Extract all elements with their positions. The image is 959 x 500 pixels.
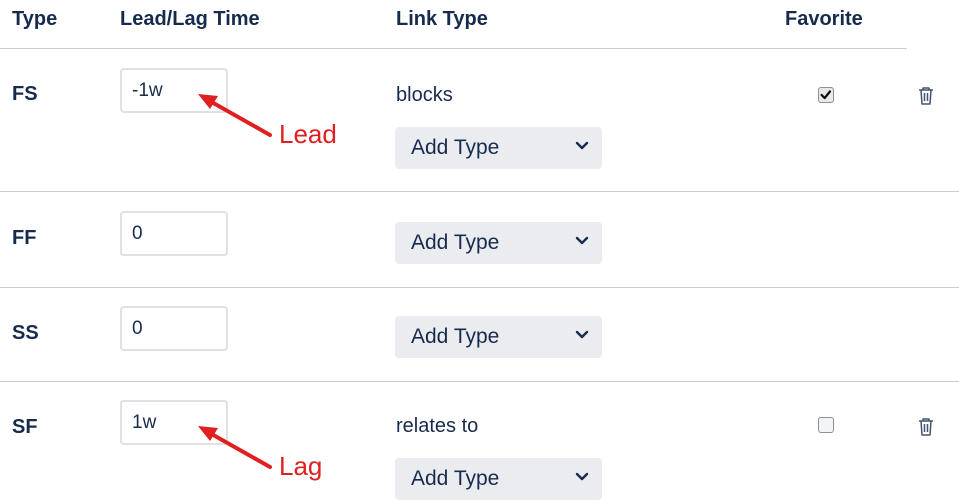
chevron-down-icon (575, 330, 589, 339)
row-divider (0, 287, 959, 288)
row-divider (0, 191, 959, 192)
header-type: Type (12, 8, 58, 30)
link-type-value: relates to (396, 415, 479, 437)
add-type-select-label: Add Type (411, 467, 500, 490)
add-type-select-label: Add Type (411, 231, 500, 254)
row-type-label: SF (12, 416, 38, 438)
favorite-checkbox[interactable] (818, 87, 834, 103)
row-type-label: FS (12, 83, 38, 105)
row-type-label: FF (12, 227, 37, 249)
header-link-type: Link Type (396, 8, 488, 30)
favorite-checkbox[interactable] (818, 417, 834, 433)
lead-lag-input[interactable]: 0 (120, 211, 228, 256)
lead-annotation-label: Lead (279, 119, 337, 149)
link-type-value: blocks (396, 84, 453, 106)
trash-icon[interactable] (917, 86, 935, 106)
lead-lag-input[interactable]: 0 (120, 306, 228, 351)
lead-annotation-arrow (198, 94, 272, 137)
add-type-select[interactable]: Add Type (395, 316, 602, 358)
checkmark-icon (820, 90, 832, 100)
add-type-select[interactable]: Add Type (395, 127, 602, 169)
chevron-down-icon (575, 141, 589, 150)
lag-annotation-arrow (198, 426, 272, 469)
header-divider (0, 48, 907, 49)
chevron-down-icon (575, 236, 589, 245)
row-type-label: SS (12, 322, 39, 344)
add-type-select[interactable]: Add Type (395, 458, 602, 500)
add-type-select-label: Add Type (411, 325, 500, 348)
lag-annotation-label: Lag (279, 451, 323, 481)
add-type-select[interactable]: Add Type (395, 222, 602, 264)
header-favorite: Favorite (785, 8, 863, 30)
add-type-select-label: Add Type (411, 136, 500, 159)
header-lead-lag-time: Lead/Lag Time (120, 8, 260, 30)
row-divider (0, 381, 959, 382)
chevron-down-icon (575, 472, 589, 481)
trash-icon[interactable] (917, 417, 935, 437)
